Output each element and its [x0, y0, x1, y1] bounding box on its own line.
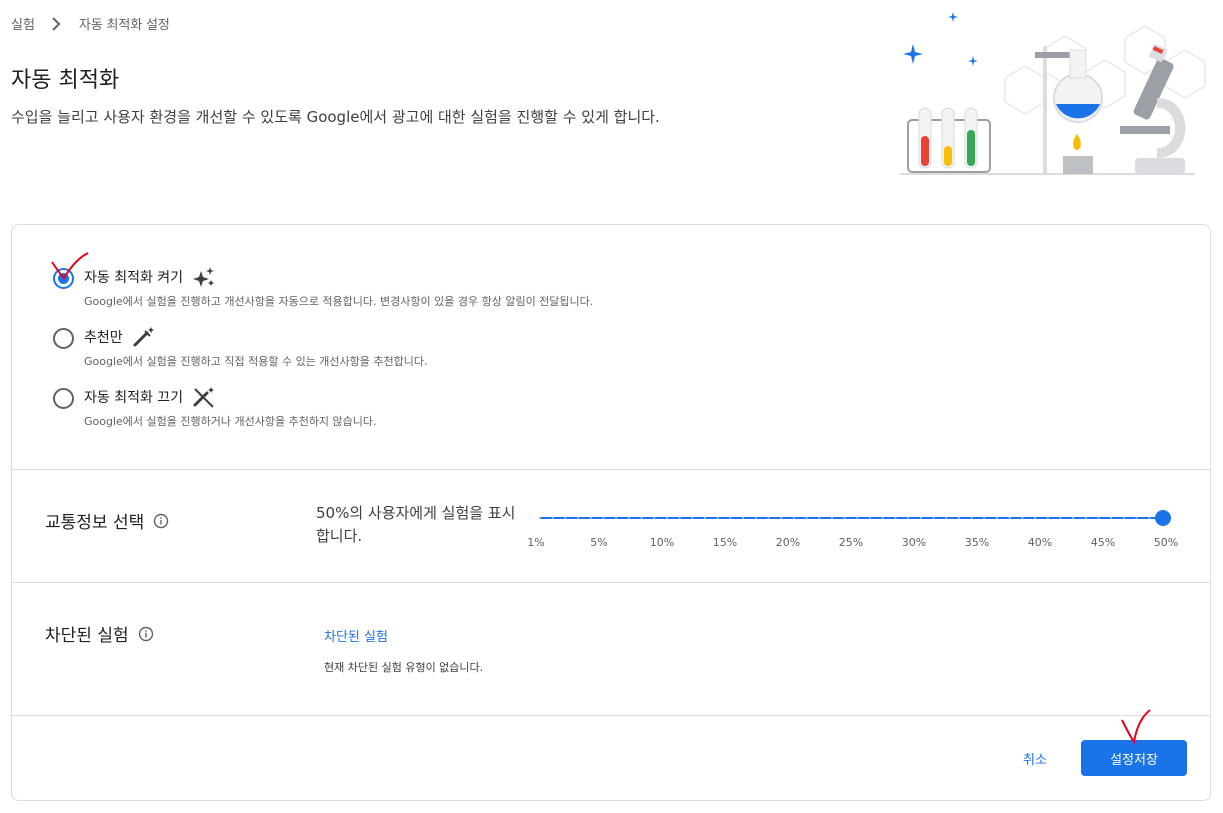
option-description: Google에서 실험을 진행하고 직접 적용할 수 있는 개선사항을 추천합니… — [84, 355, 428, 368]
slider-step-dot — [856, 517, 859, 519]
sparkle-icon — [192, 265, 216, 289]
slider-step-dot — [830, 517, 833, 519]
slider-step-dot — [919, 517, 922, 519]
slider-tick-label: 10% — [649, 536, 675, 549]
slider-tick-label: 25% — [838, 536, 864, 549]
info-icon[interactable] — [153, 513, 169, 529]
slider-step-dot — [995, 517, 998, 519]
cancel-button[interactable]: 취소 — [1006, 740, 1064, 776]
slider-step-dot — [1008, 517, 1011, 519]
slider-tick-label: 15% — [712, 536, 738, 549]
slider-step-dot — [805, 517, 808, 519]
slider-tick-label: 5% — [590, 536, 608, 549]
breadcrumb-item-current: 자동 최적화 설정 — [78, 17, 170, 32]
slider-tick-label: 35% — [964, 536, 990, 549]
slider-step-dot — [665, 517, 668, 519]
slider-step-dot — [1110, 517, 1113, 519]
slider-step-dot — [1148, 517, 1151, 519]
blocked-title-text: 차단된 실험 — [45, 626, 129, 646]
slider-step-dot — [907, 517, 910, 519]
magic-wand-off-icon — [192, 385, 216, 409]
traffic-title: 교통정보 선택 — [45, 508, 169, 533]
traffic-title-text: 교통정보 선택 — [45, 513, 145, 533]
slider-step-dot — [1046, 517, 1049, 519]
option-label: 자동 최적화 끄기 — [84, 390, 184, 406]
slider-step-dot — [843, 517, 846, 519]
slider-step-dot — [792, 517, 795, 519]
slider-step-dot — [818, 517, 821, 519]
slider-step-dot — [678, 517, 681, 519]
slider-step-dot — [602, 517, 605, 519]
blocked-description: 현재 차단된 실험 유형이 없습니다. — [324, 661, 484, 674]
radio-auto-on[interactable] — [53, 268, 74, 289]
slider-step-dot — [1122, 517, 1125, 519]
slider-tick-label: 20% — [775, 536, 801, 549]
slider-step-dot — [754, 517, 757, 519]
slider-step-dot — [932, 517, 935, 519]
slider-tick-label: 45% — [1090, 536, 1116, 549]
slider-step-dot — [539, 517, 541, 519]
slider-step-dot — [945, 517, 948, 519]
slider-step-dot — [1097, 517, 1100, 519]
option-auto-off[interactable]: 자동 최적화 끄기 Google에서 실험을 진행하거나 개선사항을 추천하지 … — [53, 385, 377, 429]
traffic-slider-dots — [539, 517, 1163, 519]
optimization-options: 자동 최적화 켜기 Google에서 실험을 진행하고 개선사항을 자동으로 적… — [12, 225, 1210, 470]
option-description: Google에서 실험을 진행하거나 개선사항을 추천하지 않습니다. — [84, 415, 377, 428]
slider-step-dot — [1059, 517, 1062, 519]
slider-step-dot — [615, 517, 618, 519]
traffic-slider-ticks: 1% 5% 10% 15% 20% 25% 30% 35% 40% 45% 50% — [12, 536, 1210, 550]
slider-step-dot — [742, 517, 745, 519]
slider-step-dot — [691, 517, 694, 519]
slider-step-dot — [894, 517, 897, 519]
magic-wand-icon — [132, 325, 156, 349]
slider-step-dot — [729, 517, 732, 519]
slider-step-dot — [869, 517, 872, 519]
option-auto-on[interactable]: 자동 최적화 켜기 Google에서 실험을 진행하고 개선사항을 자동으로 적… — [53, 265, 593, 309]
slider-step-dot — [1135, 517, 1138, 519]
slider-tick-label: 30% — [901, 536, 927, 549]
slider-step-dot — [1021, 517, 1024, 519]
slider-step-dot — [881, 517, 884, 519]
slider-step-dot — [589, 517, 592, 519]
save-settings-button[interactable]: 설정저장 — [1081, 740, 1187, 776]
slider-step-dot — [1084, 517, 1087, 519]
slider-step-dot — [653, 517, 656, 519]
radio-auto-off[interactable] — [53, 388, 74, 409]
slider-step-dot — [780, 517, 783, 519]
slider-step-dot — [957, 517, 960, 519]
chevron-right-icon — [45, 15, 67, 33]
slider-tick-label: 40% — [1027, 536, 1053, 549]
slider-step-dot — [983, 517, 986, 519]
slider-step-dot — [577, 517, 580, 519]
breadcrumb-item-experiments[interactable]: 실험 — [11, 14, 35, 33]
settings-card: 자동 최적화 켜기 Google에서 실험을 진행하고 개선사항을 자동으로 적… — [11, 224, 1211, 801]
option-description: Google에서 실험을 진행하고 개선사항을 자동으로 적용합니다. 변경사항… — [84, 295, 594, 308]
lab-illustration — [900, 12, 1206, 175]
breadcrumb: 실험 자동 최적화 설정 — [11, 14, 170, 33]
blocked-title: 차단된 실험 — [45, 621, 154, 646]
page-title: 자동 최적화 — [11, 68, 120, 93]
slider-step-dot — [716, 517, 719, 519]
radio-recommend-only[interactable] — [53, 328, 74, 349]
slider-step-dot — [1034, 517, 1037, 519]
slider-tick-label: 50% — [1153, 536, 1179, 549]
slider-step-dot — [640, 517, 643, 519]
option-recommend-only[interactable]: 추천만 Google에서 실험을 진행하고 직접 적용할 수 있는 개선사항을 … — [53, 325, 428, 369]
blocked-section: 차단된 실험 차단된 실험 현재 차단된 실험 유형이 없습니다. — [12, 583, 1210, 716]
option-label: 추천만 — [84, 330, 123, 346]
info-icon[interactable] — [138, 626, 154, 642]
slider-step-dot — [767, 517, 770, 519]
page-description: 수입을 늘리고 사용자 환경을 개선할 수 있도록 Google에서 광고에 대… — [11, 108, 660, 126]
traffic-slider-thumb[interactable] — [1155, 510, 1171, 526]
slider-step-dot — [704, 517, 707, 519]
traffic-section: 교통정보 선택 50%의 사용자에게 실험을 표시합니다. — [12, 470, 1210, 583]
option-label: 자동 최적화 켜기 — [84, 270, 184, 286]
slider-step-dot — [551, 517, 554, 519]
slider-tick-label: 1% — [527, 536, 545, 549]
blocked-experiments-link[interactable]: 차단된 실험 — [324, 626, 388, 645]
slider-step-dot — [970, 517, 973, 519]
slider-step-dot — [564, 517, 567, 519]
slider-step-dot — [627, 517, 630, 519]
slider-step-dot — [1072, 517, 1075, 519]
